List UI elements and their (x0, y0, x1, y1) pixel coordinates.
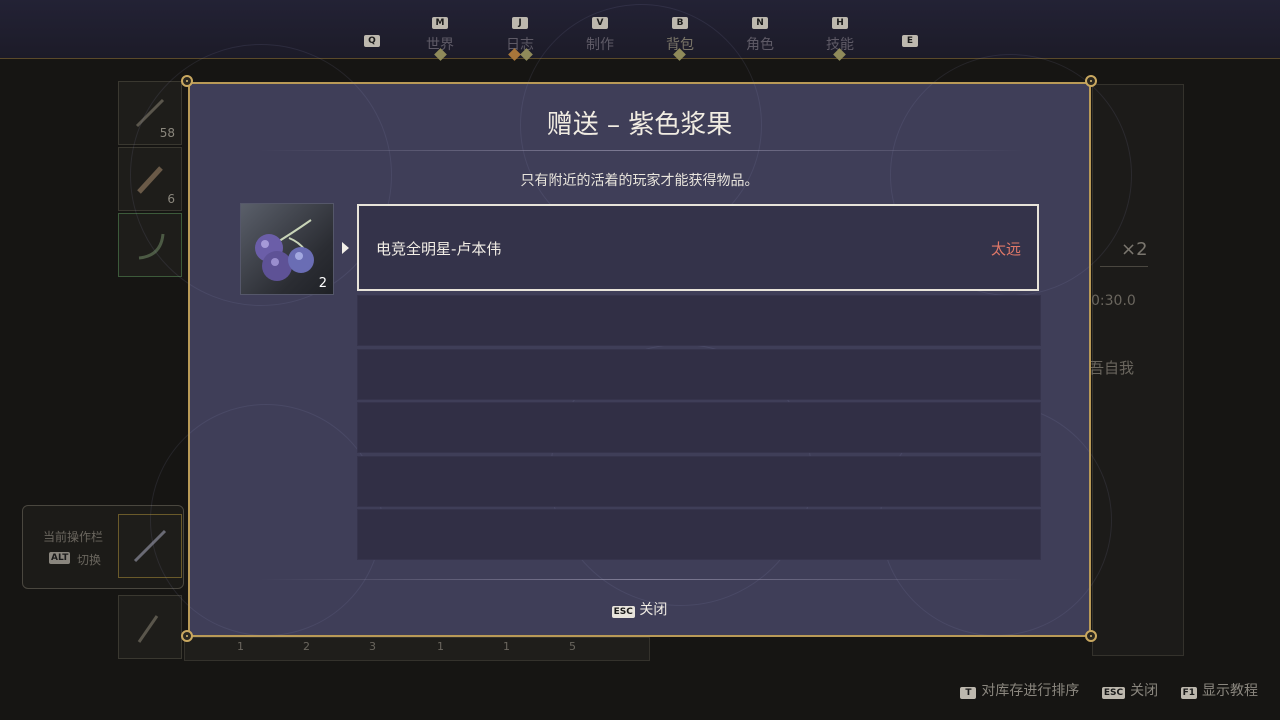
hotbar-switch-label: 切换 (77, 553, 102, 567)
show-tutorial-label: 显示教程 (1202, 683, 1258, 699)
frame-corner-ornament (181, 75, 193, 87)
item-description: 吾自我 (1089, 359, 1135, 377)
sort-inventory-label: 对库存进行排序 (981, 683, 1080, 699)
item-timer: 0:30.0 (1091, 293, 1136, 309)
tab-character[interactable]: N 角色 (730, 10, 790, 54)
sort-inventory-button[interactable]: T 对库存进行排序 (960, 683, 1079, 699)
gift-dialog: 赠送 – 紫色浆果 只有附近的活着的玩家才能获得物品。 2 电竞全明星-卢本伟 … (130, 4, 1132, 637)
player-distance-status: 太远 (990, 240, 1021, 258)
footer-divider (258, 579, 1025, 580)
selection-arrow-icon (342, 242, 349, 254)
hotbar-count: 1 (437, 640, 444, 653)
prev-tab-key[interactable]: Q (364, 35, 380, 47)
frame-corner-ornament (1085, 630, 1097, 642)
hotbar-switch-key[interactable]: ALT (49, 552, 71, 564)
frame-corner-ornament (181, 630, 193, 642)
empty-player-row (357, 509, 1041, 560)
esc-key-icon: ESC (611, 606, 635, 618)
item-stack-multiplier: ×2 (1121, 239, 1148, 260)
tab-character-label: 角色 (746, 37, 774, 53)
close-inventory-label: 关闭 (1130, 683, 1159, 699)
details-divider (1100, 266, 1148, 267)
footer-hints: T 对库存进行排序 ESC 关闭 F1 显示教程 (942, 680, 1258, 700)
hotbar-count: 1 (503, 640, 510, 653)
esc-key-icon: ESC (1101, 687, 1126, 699)
player-name: 电竞全明星-卢本伟 (376, 240, 502, 258)
tab-journal[interactable]: J 日志 (490, 10, 550, 54)
tab-journal-label: 日志 (506, 37, 534, 53)
tab-skills[interactable]: H 技能 (810, 10, 870, 54)
next-tab-key[interactable]: E (902, 35, 918, 47)
axe-icon (137, 615, 159, 643)
frame-corner-ornament (1085, 75, 1097, 87)
player-row[interactable]: 电竞全明星-卢本伟 太远 (357, 204, 1039, 291)
inventory-slot[interactable] (118, 595, 182, 659)
dialog-title: 赠送 – 紫色浆果 (546, 110, 733, 140)
empty-player-row (357, 349, 1041, 400)
empty-player-row (357, 295, 1041, 346)
close-dialog-button[interactable]: ESC 关闭 (190, 599, 1089, 619)
tab-journal-key: J (512, 17, 528, 29)
empty-player-row (357, 402, 1041, 453)
bottom-hotbar: 1 2 3 1 1 5 (184, 637, 650, 661)
empty-player-row (357, 456, 1041, 507)
t-key-icon: T (960, 687, 977, 699)
gift-item-count: 2 (318, 276, 327, 291)
close-label: 关闭 (639, 602, 668, 618)
show-tutorial-button[interactable]: F1 显示教程 (1180, 683, 1258, 699)
tab-world-key: M (432, 17, 448, 29)
tab-character-key: N (752, 17, 768, 29)
hotbar-count: 5 (569, 640, 576, 653)
hotbar-count: 2 (303, 640, 310, 653)
hotbar-title: 当前操作栏 (43, 530, 104, 544)
f1-key-icon: F1 (1180, 687, 1197, 699)
gift-item-card: 2 (240, 203, 334, 295)
close-inventory-button[interactable]: ESC 关闭 (1101, 683, 1159, 699)
hotbar-count: 3 (369, 640, 376, 653)
tab-skills-key: H (832, 17, 848, 29)
title-divider (258, 150, 1025, 151)
hotbar-count: 1 (237, 640, 244, 653)
dialog-subtitle: 只有附近的活着的玩家才能获得物品。 (520, 173, 759, 189)
